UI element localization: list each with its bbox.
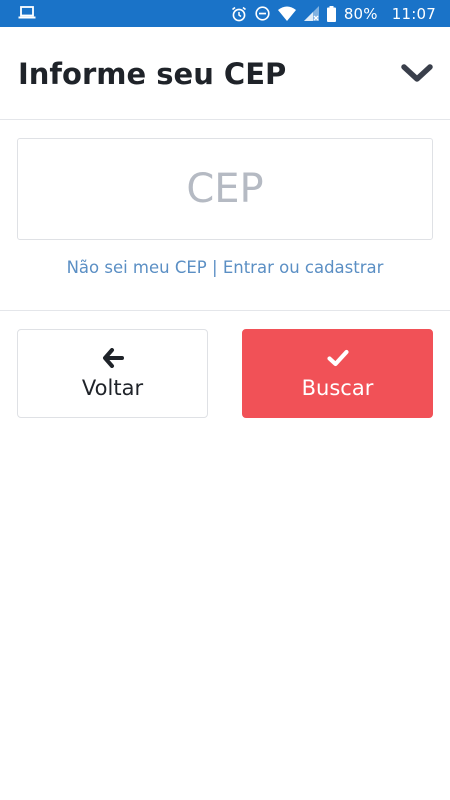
laptop-icon — [18, 5, 36, 25]
cep-field-container — [17, 138, 433, 240]
signal-icon — [303, 6, 319, 21]
chevron-down-icon[interactable] — [400, 62, 434, 86]
battery-percent: 80% — [343, 4, 378, 23]
dont-know-cep-link[interactable]: Não sei meu CEP — [67, 258, 207, 277]
arrow-left-icon — [102, 347, 124, 369]
battery-icon — [326, 5, 336, 22]
page-title: Informe seu CEP — [18, 57, 287, 91]
do-not-disturb-icon — [255, 6, 270, 21]
check-icon — [326, 347, 349, 369]
cep-input[interactable] — [18, 139, 432, 239]
login-register-link[interactable]: Entrar ou cadastrar — [223, 258, 384, 277]
wifi-icon — [277, 6, 296, 21]
status-bar: 80% 11:07 — [0, 0, 450, 27]
divider — [0, 310, 450, 311]
links-separator: | — [212, 258, 218, 277]
clock-time: 11:07 — [391, 4, 436, 23]
header: Informe seu CEP — [0, 27, 450, 120]
help-links: Não sei meu CEP | Entrar ou cadastrar — [0, 256, 450, 280]
alarm-icon — [231, 6, 247, 22]
back-button[interactable]: Voltar — [17, 329, 208, 418]
back-button-label: Voltar — [81, 375, 144, 400]
search-button-label: Buscar — [301, 375, 374, 400]
search-button[interactable]: Buscar — [242, 329, 433, 418]
